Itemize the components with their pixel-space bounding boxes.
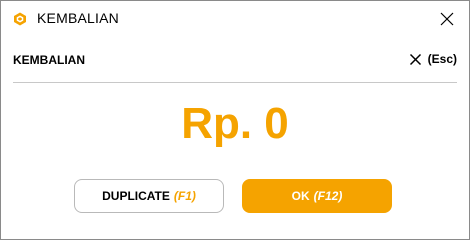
duplicate-shortcut: (F1) [173,189,196,203]
change-amount: Rp. 0 [181,99,289,148]
esc-close-button[interactable]: (Esc) [409,52,457,66]
duplicate-button-label: DUPLICATE [102,189,170,203]
ok-button[interactable]: OK (F12) [242,179,392,213]
ok-button-label: OK [291,189,310,203]
close-icon[interactable] [437,9,457,29]
esc-shortcut-label: (Esc) [427,52,457,66]
ok-shortcut: (F12) [313,189,343,203]
dialog-header: KEMBALIAN (Esc) [13,52,457,73]
dialog-window: KEMBALIAN KEMBALIAN (Esc) Rp. 0 DUPLICAT… [0,0,470,240]
duplicate-button[interactable]: DUPLICATE (F1) [74,179,224,213]
header-divider [13,82,457,83]
dialog-title: KEMBALIAN [13,53,85,67]
app-logo-icon [14,12,26,26]
title-bar: KEMBALIAN [1,1,469,37]
close-icon [409,53,421,65]
window-title: KEMBALIAN [37,10,119,26]
